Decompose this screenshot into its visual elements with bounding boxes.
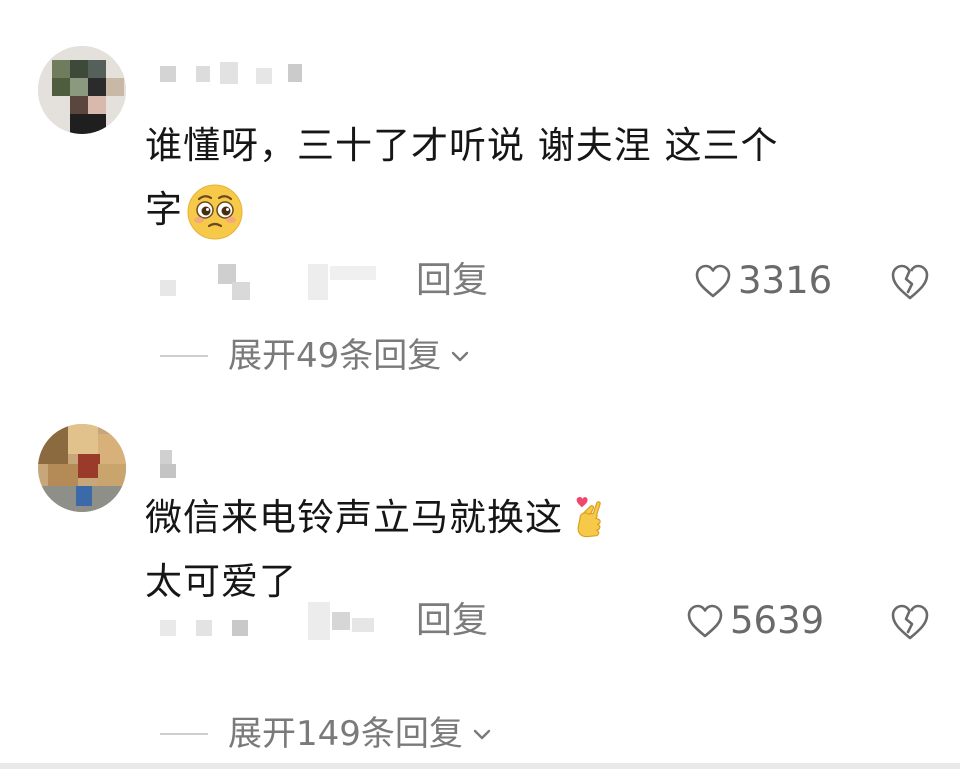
comment-item: 微信来电铃声立马就换这 太可爱了 回复 5639 展开149条回复 bbox=[0, 420, 960, 760]
timestamp-blurred bbox=[160, 620, 176, 636]
comment-meta: 回复 5639 bbox=[160, 598, 940, 644]
chevron-down-icon bbox=[452, 351, 469, 362]
like-button[interactable]: 3316 bbox=[694, 258, 832, 304]
like-button[interactable]: 5639 bbox=[686, 598, 824, 644]
location-blurred bbox=[308, 264, 328, 300]
pleading-face-icon bbox=[187, 184, 243, 239]
heart-outline-icon bbox=[695, 264, 731, 298]
like-count: 5639 bbox=[730, 599, 825, 642]
comment-text-line: 字 bbox=[145, 188, 183, 231]
heart-outline-icon bbox=[687, 604, 723, 638]
timestamp-blurred bbox=[160, 280, 176, 296]
reply-button[interactable]: 回复 bbox=[416, 598, 488, 644]
bottom-divider bbox=[0, 763, 960, 769]
comment-meta: 回复 3316 bbox=[160, 258, 940, 304]
like-count: 3316 bbox=[738, 259, 833, 302]
avatar[interactable] bbox=[38, 46, 126, 134]
expand-replies-button[interactable]: 展开49条回复 bbox=[160, 334, 473, 378]
expand-replies-button[interactable]: 展开149条回复 bbox=[160, 712, 495, 756]
broken-heart-icon[interactable] bbox=[890, 262, 930, 302]
broken-heart-icon[interactable] bbox=[890, 602, 930, 642]
avatar[interactable] bbox=[38, 424, 126, 512]
chevron-down-icon bbox=[473, 729, 491, 740]
comment-text-line: 谁懂呀，三十了才听说 谢夫涅 这三个 bbox=[145, 124, 779, 167]
comment-item: 谁懂呀，三十了才听说 谢夫涅 这三个 字 回复 3316 展开49条回复 bbox=[0, 40, 960, 390]
username-blurred[interactable] bbox=[160, 450, 320, 478]
username-blurred[interactable] bbox=[160, 60, 320, 88]
comment-text: 谁懂呀，三十了才听说 谢夫涅 这三个 字 bbox=[145, 114, 915, 242]
divider-dash bbox=[160, 733, 208, 735]
divider-dash bbox=[160, 355, 208, 357]
expand-replies-label: 展开149条回复 bbox=[228, 714, 463, 754]
reply-button[interactable]: 回复 bbox=[416, 258, 488, 304]
finger-heart-icon bbox=[576, 496, 601, 537]
location-blurred bbox=[308, 602, 330, 640]
expand-replies-label: 展开49条回复 bbox=[228, 336, 442, 376]
comment-text-line: 微信来电铃声立马就换这 bbox=[145, 496, 563, 539]
comment-text: 微信来电铃声立马就换这 太可爱了 bbox=[145, 486, 845, 614]
